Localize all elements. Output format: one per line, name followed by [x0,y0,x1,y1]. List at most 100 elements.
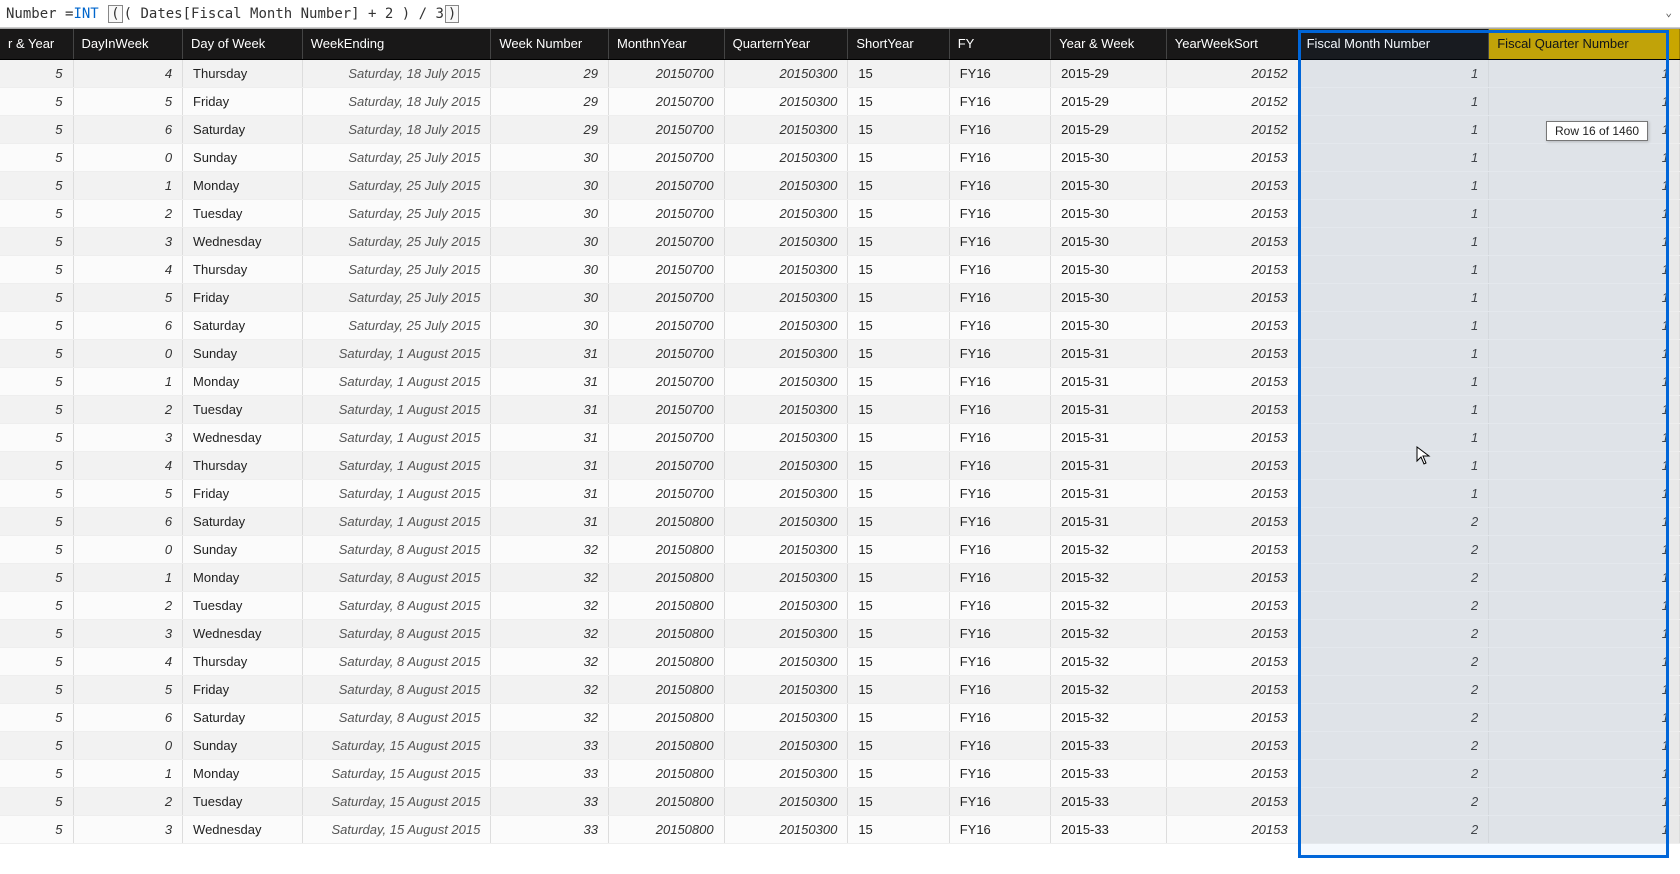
table-row[interactable]: 50SundaySaturday, 15 August 201533201508… [0,731,1680,759]
cell-fiscalQuarter[interactable]: 1 [1489,479,1680,507]
cell-quarternYear[interactable]: 20150300 [724,479,848,507]
cell-weekNumber[interactable]: 32 [491,563,609,591]
cell-fy[interactable]: FY16 [949,395,1050,423]
cell-shortYear[interactable]: 15 [848,283,949,311]
cell-fy[interactable]: FY16 [949,367,1050,395]
cell-shortYear[interactable]: 15 [848,619,949,647]
table-row[interactable]: 51MondaySaturday, 15 August 201533201508… [0,759,1680,787]
cell-quarternYear[interactable]: 20150300 [724,703,848,731]
cell-fy[interactable]: FY16 [949,535,1050,563]
cell-monthnYear[interactable]: 20150800 [608,591,724,619]
cell-fiscalQuarter[interactable]: 1 [1489,759,1680,787]
cell-quarternYear[interactable]: 20150300 [724,563,848,591]
column-header-yearWeekSort[interactable]: YearWeekSort [1166,29,1298,59]
cell-quarternYear[interactable]: 20150300 [724,675,848,703]
cell-weekNumber[interactable]: 29 [491,59,609,87]
cell-fy[interactable]: FY16 [949,311,1050,339]
cell-weekNumber[interactable]: 32 [491,675,609,703]
cell-weekNumber[interactable]: 29 [491,115,609,143]
cell-yearWeek[interactable]: 2015-32 [1051,563,1167,591]
cell-fy[interactable]: FY16 [949,815,1050,843]
cell-yearWeek[interactable]: 2015-29 [1051,87,1167,115]
cell-weekEnding[interactable]: Saturday, 25 July 2015 [302,227,491,255]
cell-weekNumber[interactable]: 31 [491,339,609,367]
cell-quarternYear[interactable]: 20150300 [724,535,848,563]
cell-weekNumber[interactable]: 30 [491,171,609,199]
cell-dayInWeek[interactable]: 3 [73,619,183,647]
cell-rYear[interactable]: 5 [0,647,73,675]
table-row[interactable]: 56SaturdaySaturday, 1 August 20153120150… [0,507,1680,535]
cell-yearWeek[interactable]: 2015-32 [1051,647,1167,675]
cell-fy[interactable]: FY16 [949,87,1050,115]
cell-shortYear[interactable]: 15 [848,535,949,563]
cell-fiscalQuarter[interactable]: 1 [1489,227,1680,255]
cell-fy[interactable]: FY16 [949,423,1050,451]
cell-dayInWeek[interactable]: 1 [73,171,183,199]
cell-shortYear[interactable]: 15 [848,423,949,451]
cell-quarternYear[interactable]: 20150300 [724,199,848,227]
cell-weekNumber[interactable]: 30 [491,255,609,283]
cell-yearWeekSort[interactable]: 20153 [1166,423,1298,451]
cell-fy[interactable]: FY16 [949,283,1050,311]
cell-yearWeek[interactable]: 2015-32 [1051,619,1167,647]
cell-dayOfWeek[interactable]: Friday [183,479,303,507]
cell-dayInWeek[interactable]: 0 [73,143,183,171]
cell-yearWeek[interactable]: 2015-32 [1051,535,1167,563]
table-row[interactable]: 55FridaySaturday, 1 August 2015312015070… [0,479,1680,507]
cell-fy[interactable]: FY16 [949,255,1050,283]
cell-fy[interactable]: FY16 [949,171,1050,199]
cell-weekEnding[interactable]: Saturday, 25 July 2015 [302,311,491,339]
cell-shortYear[interactable]: 15 [848,227,949,255]
cell-yearWeekSort[interactable]: 20153 [1166,731,1298,759]
table-row[interactable]: 53WednesdaySaturday, 8 August 2015322015… [0,619,1680,647]
cell-monthnYear[interactable]: 20150800 [608,731,724,759]
cell-fiscalMonth[interactable]: 2 [1298,563,1489,591]
cell-yearWeekSort[interactable]: 20152 [1166,59,1298,87]
cell-fiscalMonth[interactable]: 2 [1298,507,1489,535]
cell-monthnYear[interactable]: 20150700 [608,339,724,367]
cell-weekNumber[interactable]: 30 [491,199,609,227]
cell-yearWeek[interactable]: 2015-32 [1051,591,1167,619]
cell-weekNumber[interactable]: 30 [491,143,609,171]
cell-dayInWeek[interactable]: 4 [73,255,183,283]
cell-monthnYear[interactable]: 20150700 [608,283,724,311]
cell-quarternYear[interactable]: 20150300 [724,59,848,87]
cell-fiscalMonth[interactable]: 2 [1298,619,1489,647]
cell-weekEnding[interactable]: Saturday, 8 August 2015 [302,703,491,731]
cell-weekNumber[interactable]: 33 [491,731,609,759]
cell-monthnYear[interactable]: 20150700 [608,143,724,171]
table-row[interactable]: 55FridaySaturday, 25 July 20153020150700… [0,283,1680,311]
cell-weekEnding[interactable]: Saturday, 8 August 2015 [302,619,491,647]
cell-fiscalMonth[interactable]: 2 [1298,787,1489,815]
cell-shortYear[interactable]: 15 [848,339,949,367]
cell-fiscalMonth[interactable]: 1 [1298,227,1489,255]
cell-fiscalQuarter[interactable]: 1 [1489,507,1680,535]
cell-dayOfWeek[interactable]: Tuesday [183,787,303,815]
cell-monthnYear[interactable]: 20150700 [608,311,724,339]
cell-fiscalMonth[interactable]: 2 [1298,703,1489,731]
table-row[interactable]: 56SaturdaySaturday, 18 July 201529201507… [0,115,1680,143]
cell-shortYear[interactable]: 15 [848,591,949,619]
cell-rYear[interactable]: 5 [0,675,73,703]
cell-dayOfWeek[interactable]: Wednesday [183,619,303,647]
cell-shortYear[interactable]: 15 [848,759,949,787]
cell-monthnYear[interactable]: 20150800 [608,703,724,731]
cell-dayInWeek[interactable]: 6 [73,507,183,535]
cell-yearWeekSort[interactable]: 20153 [1166,675,1298,703]
cell-shortYear[interactable]: 15 [848,115,949,143]
cell-dayOfWeek[interactable]: Sunday [183,731,303,759]
cell-yearWeek[interactable]: 2015-33 [1051,787,1167,815]
cell-yearWeek[interactable]: 2015-30 [1051,311,1167,339]
table-row[interactable]: 56SaturdaySaturday, 25 July 201530201507… [0,311,1680,339]
cell-fiscalQuarter[interactable]: 1 [1489,563,1680,591]
cell-rYear[interactable]: 5 [0,703,73,731]
cell-weekEnding[interactable]: Saturday, 18 July 2015 [302,59,491,87]
cell-rYear[interactable]: 5 [0,143,73,171]
column-header-fy[interactable]: FY [949,29,1050,59]
cell-dayOfWeek[interactable]: Monday [183,171,303,199]
cell-fiscalMonth[interactable]: 1 [1298,395,1489,423]
cell-yearWeekSort[interactable]: 20153 [1166,283,1298,311]
cell-weekEnding[interactable]: Saturday, 8 August 2015 [302,675,491,703]
cell-dayOfWeek[interactable]: Saturday [183,311,303,339]
cell-quarternYear[interactable]: 20150300 [724,759,848,787]
